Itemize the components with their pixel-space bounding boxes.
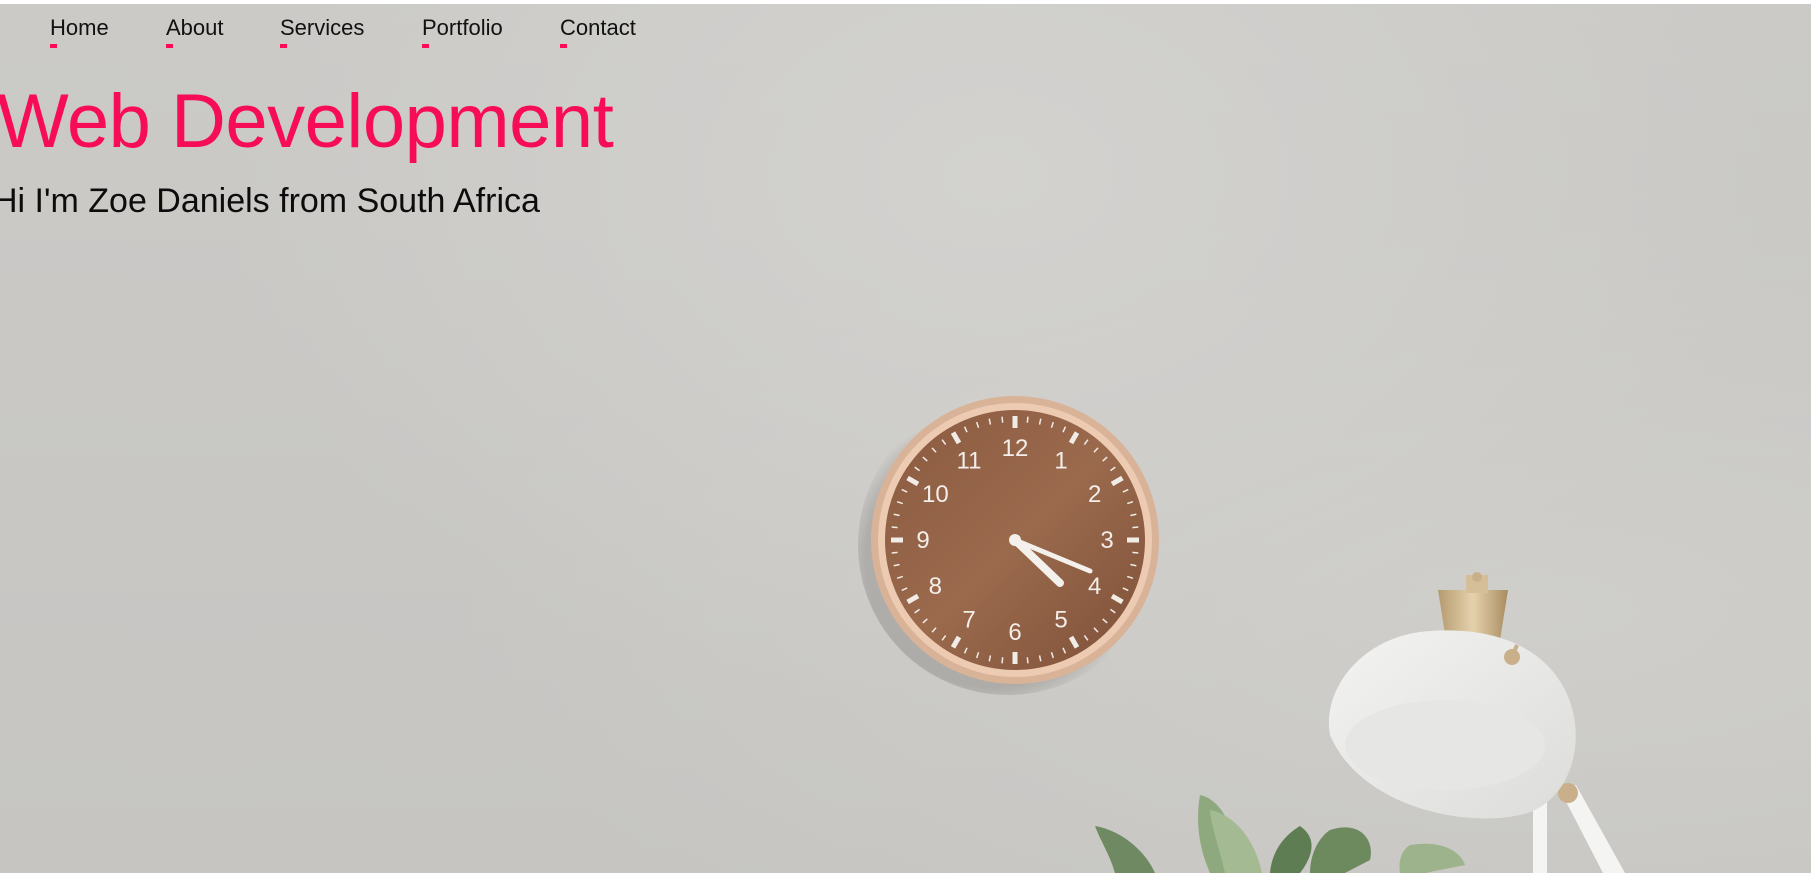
clock-numeral: 7 — [962, 607, 975, 634]
clock-tick — [1001, 416, 1004, 423]
clock-tick — [1132, 526, 1139, 529]
clock-tick — [1026, 416, 1029, 423]
wall-clock-icon: 12 12 3 45 6 789 10 11 — [858, 395, 1159, 695]
nav-marker — [280, 44, 287, 48]
clock-numeral: 5 — [1054, 607, 1067, 634]
nav-marker — [50, 44, 57, 48]
hero-subtitle: Hi I'm Zoe Daniels from South Africa — [0, 182, 540, 220]
nav-link-contact[interactable]: Contact — [560, 15, 636, 48]
top-navigation: Home About Services Portfolio Contact — [0, 0, 700, 48]
clock-tick — [891, 551, 898, 554]
nav-link-portfolio[interactable]: Portfolio — [422, 15, 503, 48]
clock-numeral: 12 — [1002, 435, 1029, 462]
clock-numeral: 2 — [1088, 481, 1101, 508]
clock-numeral: 4 — [1088, 573, 1101, 600]
clock-numeral: 11 — [957, 447, 982, 474]
nav-marker — [422, 44, 429, 48]
clock-numeral: 1 — [1054, 447, 1067, 474]
page: 12 1 2 3 4 5 6 7 8 9 10 11 Home About Se… — [0, 0, 1811, 873]
plant-icon — [1095, 795, 1465, 873]
nav-marker — [560, 44, 567, 48]
clock-tick — [1132, 551, 1139, 554]
nav-link-about[interactable]: About — [166, 15, 224, 48]
nav-label-home: Home — [50, 15, 109, 40]
nav-marker — [166, 44, 173, 48]
hero-title: Web Development — [0, 79, 614, 164]
nav-label-services: Services — [280, 15, 365, 40]
clock-numeral: 3 — [1100, 527, 1113, 554]
clock-tick — [1026, 657, 1029, 664]
desk-lamp-icon — [1328, 572, 1625, 873]
clock-numeral: 8 — [929, 573, 942, 600]
clock-tick — [1001, 657, 1004, 664]
nav-label-about: About — [166, 15, 224, 40]
nav-label-contact: Contact — [560, 15, 636, 40]
clock-numeral: 9 — [916, 527, 929, 554]
nav-link-services[interactable]: Services — [280, 15, 365, 48]
clock-numeral: 6 — [1008, 619, 1021, 646]
clock-numeral: 10 — [922, 481, 949, 508]
clock-tick — [891, 526, 898, 529]
nav-label-portfolio: Portfolio — [422, 15, 503, 40]
nav-link-home[interactable]: Home — [50, 15, 109, 48]
